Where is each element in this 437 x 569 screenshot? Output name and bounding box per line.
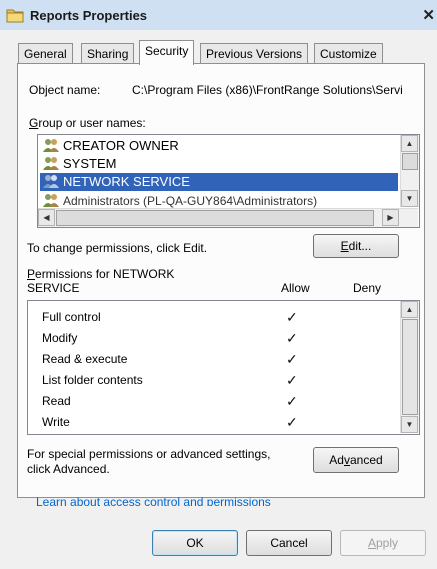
user-group-icon — [43, 194, 59, 207]
table-row: Read — [42, 391, 71, 412]
permissions-list[interactable]: Full control ✓ Modify ✓ Read & execute ✓… — [27, 300, 420, 435]
list-item-selected[interactable]: NETWORK SERVICE — [40, 173, 398, 191]
edit-accesskey: E — [340, 239, 349, 253]
table-row: Modify — [42, 328, 77, 349]
permissions-for-label: Permissions for NETWORK SERVICE — [27, 267, 174, 295]
permission-name: Full control — [42, 310, 101, 324]
table-row: Full control — [42, 307, 101, 328]
object-name-value: C:\Program Files (x86)\FrontRange Soluti… — [132, 83, 403, 97]
permissions-accesskey: P — [27, 267, 36, 281]
list-item[interactable]: SYSTEM — [42, 155, 116, 173]
tab-customize[interactable]: Customize — [314, 43, 383, 64]
apply-accesskey: A — [367, 536, 376, 550]
user-name: SYSTEM — [63, 156, 117, 171]
special-line1: For special permissions or advanced sett… — [27, 447, 271, 461]
title-bar[interactable]: Reports Properties ✕ — [0, 0, 437, 30]
table-row: Read & execute — [42, 349, 127, 370]
permissions-label-line2: SERVICE — [27, 281, 80, 295]
window-title: Reports Properties — [30, 8, 148, 23]
special-line2: click Advanced. — [27, 462, 110, 476]
scroll-thumb[interactable] — [56, 210, 374, 226]
tab-general[interactable]: General — [18, 43, 73, 64]
cancel-button[interactable]: Cancel — [246, 530, 332, 556]
user-name: NETWORK SERVICE — [63, 174, 190, 189]
security-tab-panel: Object name: C:\Program Files (x86)\Fron… — [17, 63, 425, 509]
scroll-down-icon[interactable]: ▼ — [401, 190, 418, 207]
scroll-thumb[interactable] — [402, 153, 418, 170]
advanced-label-pre: Ad — [329, 453, 344, 467]
change-permissions-hint: To change permissions, click Edit. — [27, 241, 208, 255]
list-item[interactable]: Administrators (PL-QA-GUY864\Administrat… — [42, 192, 318, 208]
permission-name: Read & execute — [42, 352, 128, 366]
group-or-user-names-label: Group or user names: — [29, 116, 146, 130]
permissions-label-line1: ermissions for NETWORK — [35, 267, 175, 281]
tab-previous-versions[interactable]: Previous Versions — [200, 43, 309, 64]
allow-check-icon: ✓ — [286, 393, 298, 409]
object-name-label: Object name: — [29, 83, 101, 97]
close-icon[interactable]: ✕ — [422, 6, 435, 24]
apply-button[interactable]: Apply — [340, 530, 426, 556]
edit-label: dit... — [348, 239, 372, 253]
group-label-accesskey: G — [29, 116, 39, 130]
user-group-icon — [43, 157, 59, 170]
user-group-list[interactable]: CREATOR OWNER SYSTEM NETWORK SERVICE Adm… — [37, 134, 420, 228]
permission-name: Write — [42, 415, 70, 429]
advanced-button[interactable]: Advanced — [313, 447, 399, 473]
allow-check-icon: ✓ — [286, 351, 298, 367]
allow-check-icon: ✓ — [286, 414, 298, 430]
group-label-rest: roup or user names: — [38, 116, 146, 130]
deny-column-header: Deny — [353, 281, 382, 295]
edit-button[interactable]: Edit... — [313, 234, 399, 258]
permission-name: Modify — [42, 331, 78, 345]
scroll-down-icon[interactable]: ▼ — [401, 416, 418, 433]
scroll-thumb[interactable] — [402, 319, 418, 415]
scroll-up-icon[interactable]: ▲ — [401, 301, 418, 318]
user-group-icon — [43, 175, 59, 188]
scroll-left-icon[interactable]: ◀ — [38, 209, 55, 226]
allow-check-icon: ✓ — [286, 330, 298, 346]
scroll-up-icon[interactable]: ▲ — [401, 135, 418, 152]
table-row: Write — [42, 412, 70, 433]
permission-name: Read — [42, 394, 71, 408]
user-list-horizontal-scrollbar[interactable]: ◀ ▶ — [38, 208, 418, 227]
allow-column-header: Allow — [281, 281, 310, 295]
allow-check-icon: ✓ — [286, 309, 298, 325]
list-item[interactable]: CREATOR OWNER — [42, 137, 179, 155]
special-permissions-hint: For special permissions or advanced sett… — [27, 447, 270, 477]
apply-label: pply — [376, 536, 399, 550]
scroll-right-icon[interactable]: ▶ — [382, 209, 399, 226]
user-group-icon — [43, 139, 59, 152]
permission-name: List folder contents — [42, 373, 143, 387]
user-name: CREATOR OWNER — [63, 138, 179, 153]
advanced-label-post: anced — [349, 453, 383, 467]
tab-security[interactable]: Security — [139, 40, 195, 65]
permissions-vertical-scrollbar[interactable]: ▲ ▼ — [400, 301, 419, 433]
ok-button[interactable]: OK — [152, 530, 238, 556]
dialog-button-bar: OK Cancel Apply — [0, 506, 437, 569]
user-name: Administrators (PL-QA-GUY864\Administrat… — [63, 194, 318, 208]
tab-sharing[interactable]: Sharing — [81, 43, 135, 64]
folder-icon — [6, 9, 24, 23]
user-list-vertical-scrollbar[interactable]: ▲ ▼ — [400, 135, 419, 207]
table-row: List folder contents — [42, 370, 143, 391]
properties-dialog: Reports Properties ✕ General Sharing Sec… — [0, 0, 437, 569]
allow-check-icon: ✓ — [286, 372, 298, 388]
